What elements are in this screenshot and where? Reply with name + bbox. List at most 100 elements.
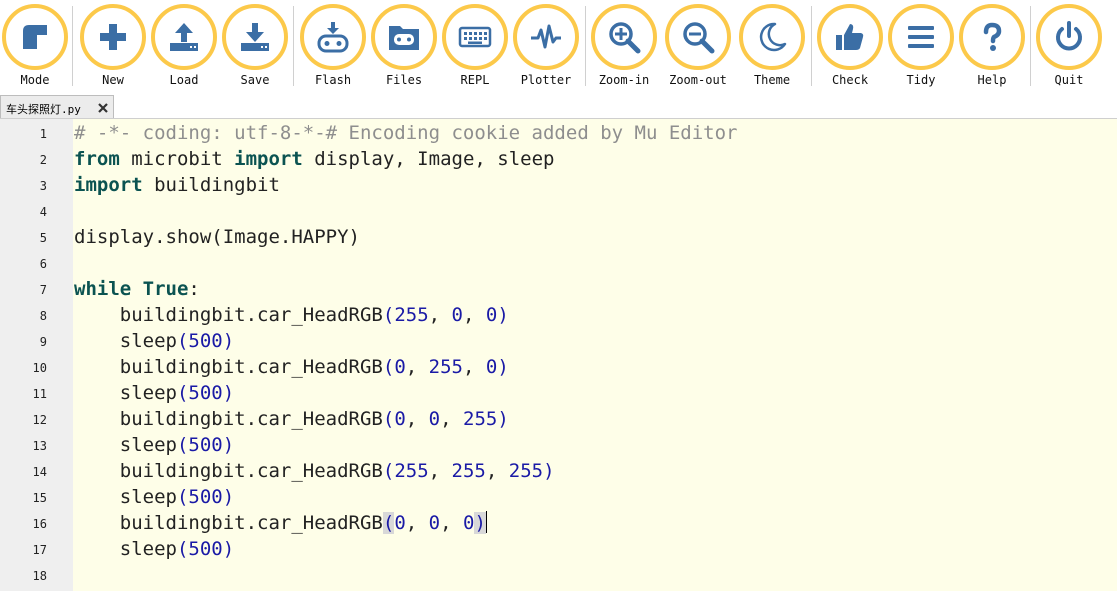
code-line: 7 while True:	[0, 276, 1117, 302]
mode-label: Mode	[20, 73, 50, 87]
code-text: buildingbit.car_HeadRGB(255, 255, 255)	[74, 460, 555, 482]
zoom-out-icon	[683, 22, 715, 54]
line-number: 5	[39, 231, 47, 245]
code-text: buildingbit.car_HeadRGB(0, 255, 0)	[74, 356, 509, 378]
pulse-icon	[531, 24, 561, 49]
theme-label: Theme	[753, 73, 791, 87]
line-number: 6	[39, 257, 47, 271]
toolbar-separator	[811, 6, 812, 86]
flash-label: Flash	[314, 73, 352, 87]
new-button[interactable]: New	[80, 4, 146, 90]
code-line: 8 buildingbit.car_HeadRGB(255, 0, 0)	[0, 302, 1117, 328]
line-number: 14	[32, 465, 47, 479]
code-editor[interactable]: 1 # -*- coding: utf-8-*-# Encoding cooki…	[0, 119, 1117, 591]
code-line: 17 sleep(500)	[0, 536, 1117, 562]
zoom-out-label: Zoom-out	[669, 73, 727, 87]
code-line: 10 buildingbit.car_HeadRGB(0, 255, 0)	[0, 354, 1117, 380]
line-number: 3	[39, 179, 47, 193]
code-line: 18	[0, 562, 1117, 588]
line-number: 7	[39, 283, 47, 297]
save-button[interactable]: Save	[222, 4, 288, 90]
code-text: display.show(Image.HAPPY)	[74, 226, 360, 248]
save-label: Save	[240, 73, 270, 87]
code-line: 15 sleep(500)	[0, 484, 1117, 510]
code-text: from microbit import display, Image, sle…	[74, 148, 555, 170]
close-icon[interactable]	[96, 101, 110, 115]
line-number: 11	[32, 387, 47, 401]
flash-icon	[317, 22, 349, 53]
code-text: import buildingbit	[74, 174, 280, 196]
line-number: 17	[32, 543, 47, 557]
mode-button[interactable]: Mode	[2, 4, 68, 90]
code-line: 6	[0, 250, 1117, 276]
code-line: 16 buildingbit.car_HeadRGB(0, 0, 0)	[0, 510, 1117, 536]
check-button[interactable]: Check	[817, 4, 883, 90]
tab-file[interactable]: 车头探照灯.py	[0, 95, 114, 118]
code-line: 14 buildingbit.car_HeadRGB(255, 255, 255…	[0, 458, 1117, 484]
load-label: Load	[169, 73, 199, 87]
upload-icon	[170, 23, 198, 51]
zoom-in-button[interactable]: Zoom-in	[591, 4, 657, 90]
line-number: 2	[39, 153, 47, 167]
theme-button[interactable]: Theme	[739, 4, 805, 90]
tab-bar: 车头探照灯.py	[0, 95, 1117, 119]
mode-icon	[23, 25, 47, 49]
line-number: 18	[32, 569, 47, 583]
load-button[interactable]: Load	[151, 4, 217, 90]
plus-icon	[100, 24, 126, 50]
files-button[interactable]: Files	[371, 4, 437, 90]
plotter-label: Plotter	[520, 73, 572, 87]
flash-button[interactable]: Flash	[300, 4, 366, 90]
code-text: # -*- coding: utf-8-*-# Encoding cookie …	[74, 122, 738, 144]
code-line: 9 sleep(500)	[0, 328, 1117, 354]
line-number: 16	[32, 517, 47, 531]
files-icon	[389, 26, 419, 50]
question-icon	[983, 22, 1002, 51]
code-text: while True:	[74, 278, 200, 300]
zoom-in-label: Zoom-in	[598, 73, 650, 87]
line-number: 8	[39, 309, 47, 323]
toolbar-separator	[72, 6, 73, 86]
toolbar-separator	[293, 6, 294, 86]
zoom-in-icon	[609, 22, 641, 54]
code-text: buildingbit.car_HeadRGB(0, 0, 0)	[74, 511, 487, 534]
help-label: Help	[977, 73, 1007, 87]
tidy-button[interactable]: Tidy	[888, 4, 954, 90]
code-text: buildingbit.car_HeadRGB(255, 0, 0)	[74, 304, 509, 326]
line-number: 4	[39, 205, 47, 219]
lines-icon	[908, 26, 934, 48]
code-text: buildingbit.car_HeadRGB(0, 0, 255)	[74, 408, 509, 430]
code-text: sleep(500)	[74, 330, 235, 352]
code-line: 3 import buildingbit	[0, 172, 1117, 198]
text-cursor	[485, 511, 487, 533]
line-number: 13	[32, 439, 47, 453]
code-line: 2 from microbit import display, Image, s…	[0, 146, 1117, 172]
code-text: sleep(500)	[74, 434, 235, 456]
line-number: 9	[39, 335, 47, 349]
code-line: 5 display.show(Image.HAPPY)	[0, 224, 1117, 250]
thumbs-up-icon	[836, 24, 864, 50]
check-label: Check	[831, 73, 869, 87]
files-label: Files	[385, 73, 423, 87]
line-number: 10	[32, 361, 47, 375]
quit-button[interactable]: Quit	[1036, 4, 1102, 90]
code-line: 12 buildingbit.car_HeadRGB(0, 0, 255)	[0, 406, 1117, 432]
download-icon	[241, 23, 269, 51]
code-line: 11 sleep(500)	[0, 380, 1117, 406]
repl-button[interactable]: REPL	[442, 4, 508, 90]
line-number: 12	[32, 413, 47, 427]
code-text: sleep(500)	[74, 486, 235, 508]
quit-label: Quit	[1054, 73, 1084, 87]
code-line: 1 # -*- coding: utf-8-*-# Encoding cooki…	[0, 120, 1117, 146]
zoom-out-button[interactable]: Zoom-out	[665, 4, 731, 90]
help-button[interactable]: Help	[959, 4, 1025, 90]
toolbar-separator	[1030, 6, 1031, 86]
line-number: 15	[32, 491, 47, 505]
line-number: 1	[39, 127, 47, 141]
new-label: New	[102, 73, 124, 87]
code-text: sleep(500)	[74, 538, 235, 560]
plotter-button[interactable]: Plotter	[513, 4, 579, 90]
code-text: sleep(500)	[74, 382, 235, 404]
toolbar: Mode New Load Save Flash Files REPL Plot…	[0, 0, 1117, 92]
code-line: 4	[0, 198, 1117, 224]
